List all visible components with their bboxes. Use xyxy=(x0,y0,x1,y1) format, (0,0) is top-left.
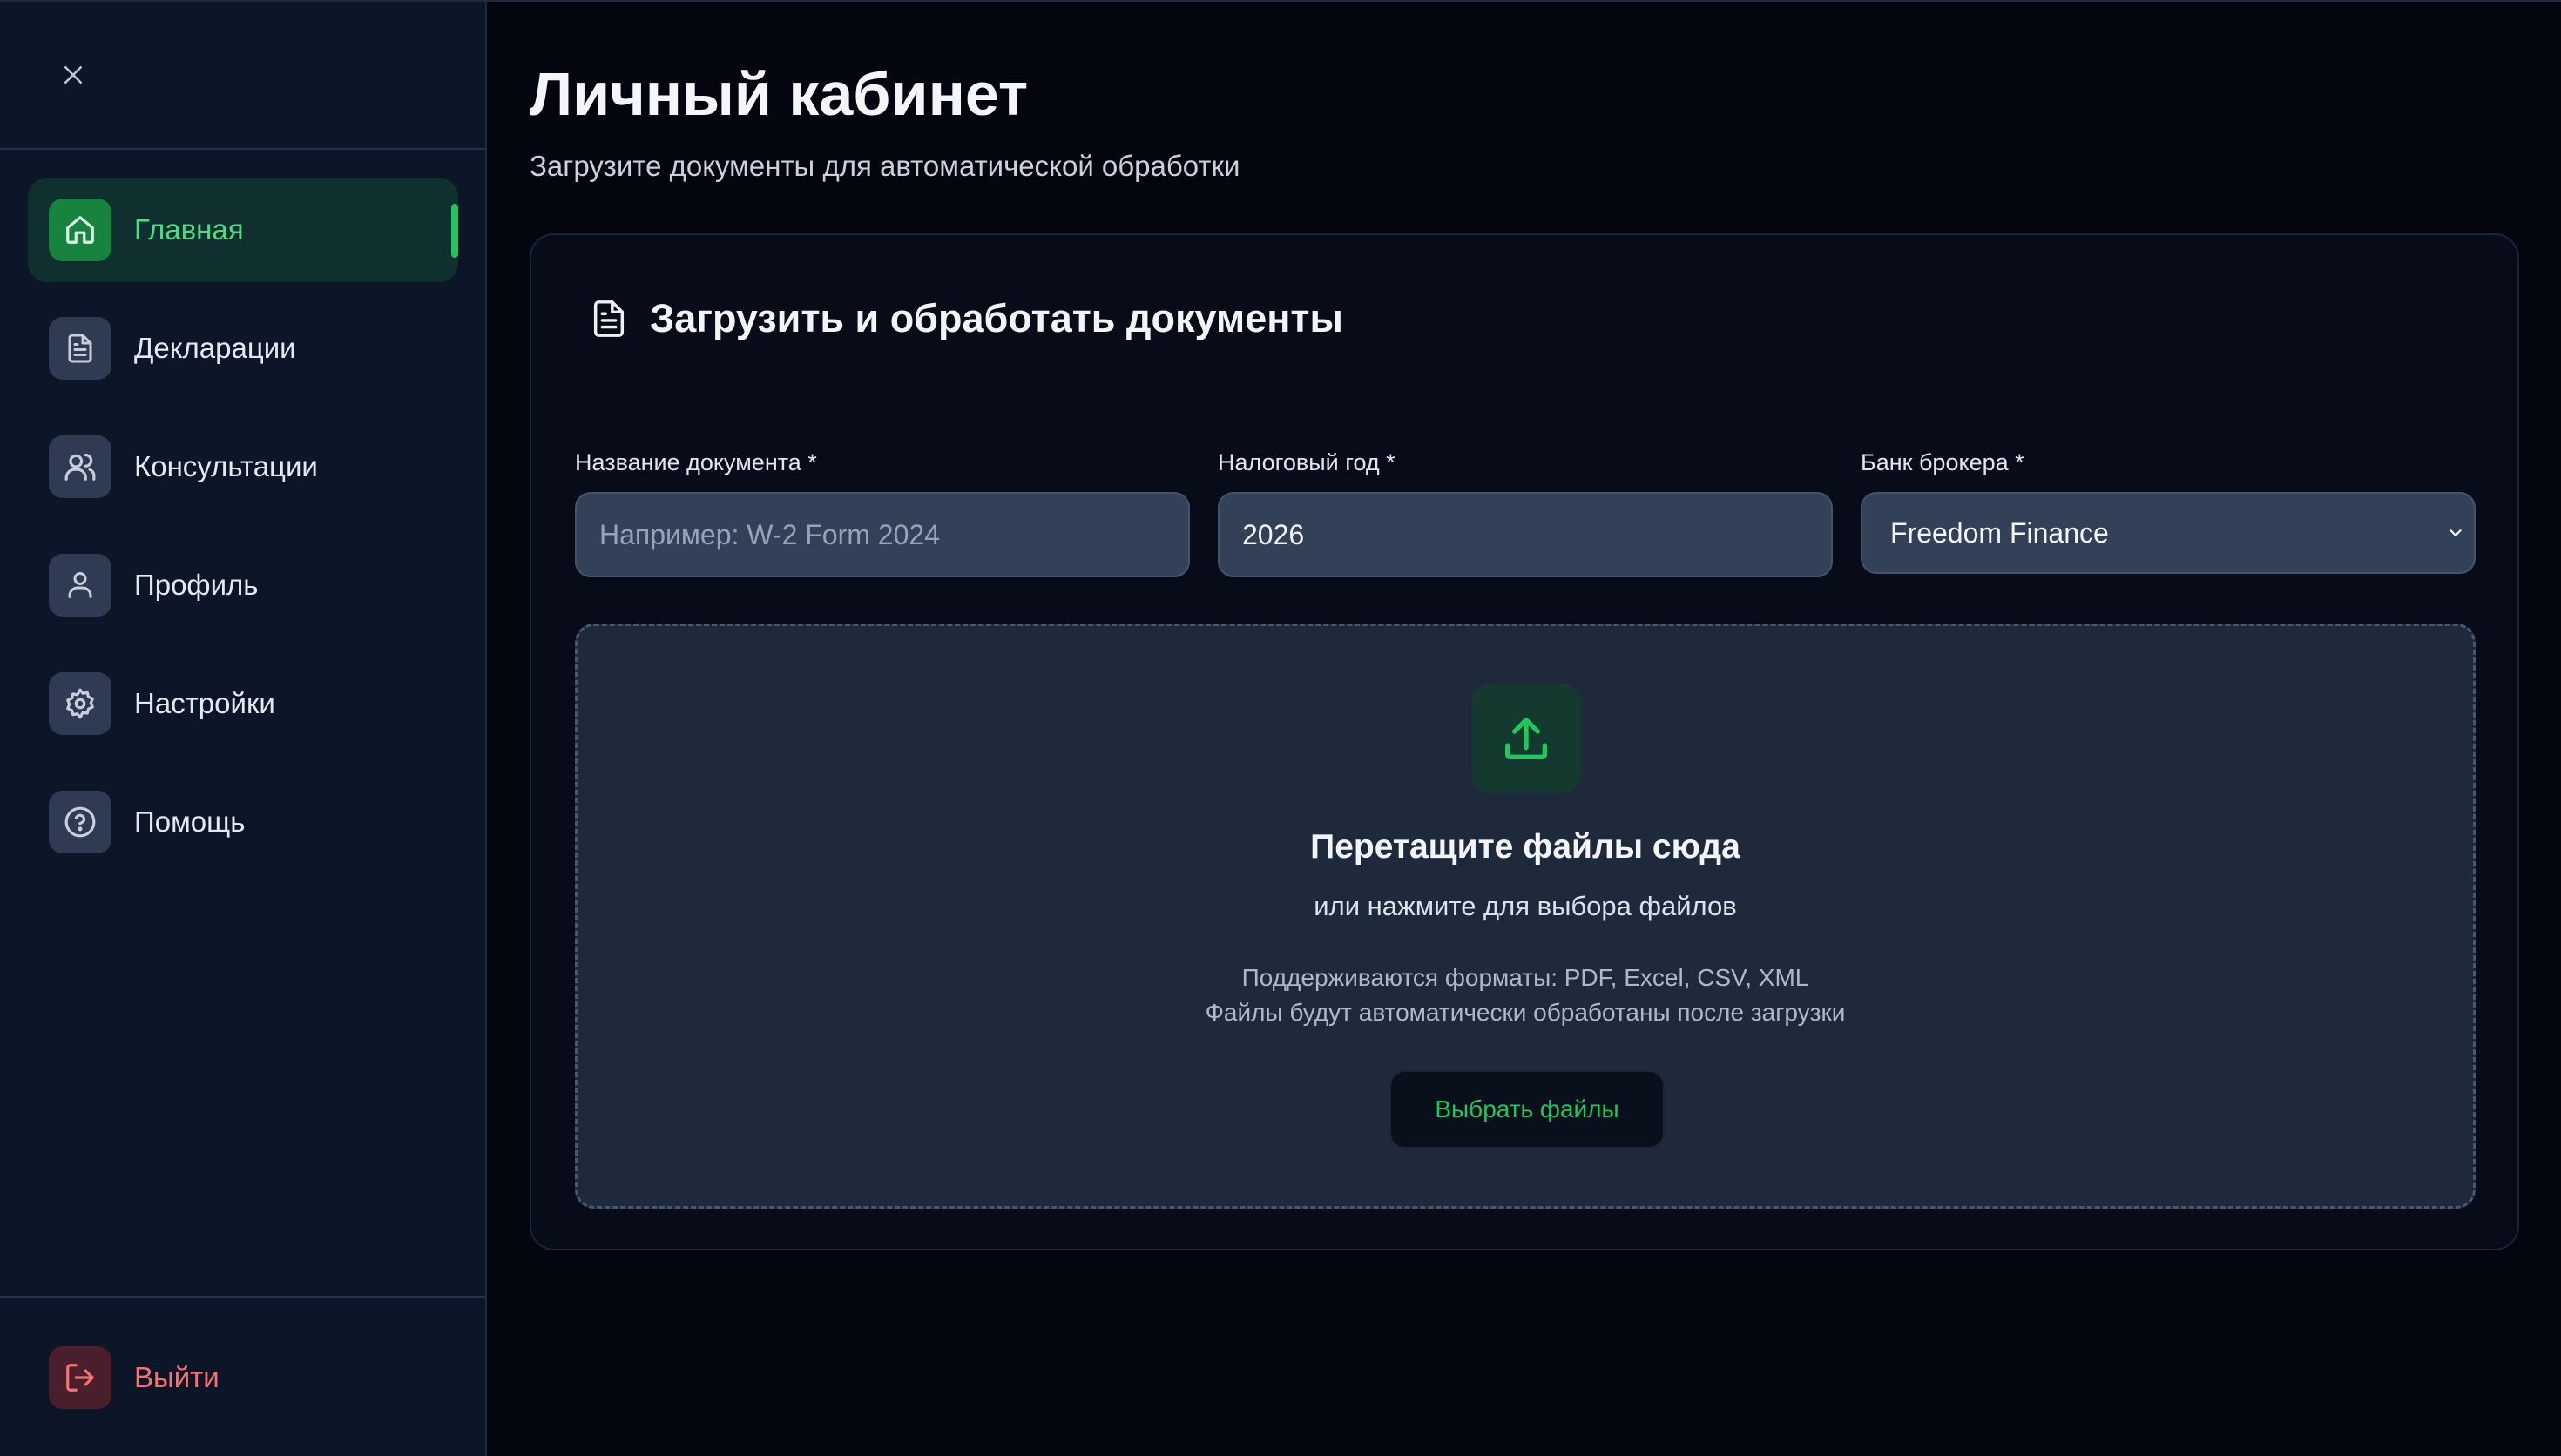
help-circle-icon xyxy=(49,791,111,853)
tax-year-value: 2026 xyxy=(1242,518,1305,550)
auto-processing-text: Файлы будут автоматически обработаны пос… xyxy=(1205,999,1846,1026)
document-icon xyxy=(593,300,625,337)
logout-label: Выйти xyxy=(134,1361,220,1393)
app-window: Главная Декларации Консультации Профиль xyxy=(0,0,2561,1456)
sidebar-item-home[interactable]: Главная xyxy=(28,178,458,282)
choose-files-button[interactable]: Выбрать файлы xyxy=(1389,1070,1665,1149)
broker-bank-field: Банк брокера * Freedom Finance xyxy=(1861,449,2476,574)
sidebar-item-declarations[interactable]: Декларации xyxy=(28,296,458,401)
card-header: Загрузить и обработать документы xyxy=(589,296,1343,341)
sidebar: Главная Декларации Консультации Профиль xyxy=(0,2,487,1456)
sidebar-item-profile[interactable]: Профиль xyxy=(28,533,458,637)
chevron-down-icon xyxy=(2450,529,2462,536)
tax-year-field: Налоговый год * 2026 xyxy=(1218,449,1833,577)
close-sidebar-button[interactable] xyxy=(54,56,92,94)
broker-bank-value: Freedom Finance xyxy=(1890,516,2109,549)
logout-button[interactable]: Выйти xyxy=(49,1346,220,1409)
page-subtitle: Загрузите документы для автоматической о… xyxy=(530,150,1240,182)
file-dropzone[interactable]: Перетащите файлы сюда или нажмите для вы… xyxy=(575,624,2476,1209)
logout-icon xyxy=(49,1346,111,1409)
sidebar-header xyxy=(0,2,485,150)
sidebar-item-label: Декларации xyxy=(134,332,296,364)
home-icon xyxy=(49,199,111,261)
sidebar-item-consultations[interactable]: Консультации xyxy=(28,415,458,519)
broker-bank-label: Банк брокера * xyxy=(1861,449,2024,475)
dropzone-title: Перетащите файлы сюда xyxy=(1310,828,1740,866)
sidebar-item-label: Главная xyxy=(134,213,244,246)
sidebar-nav: Главная Декларации Консультации Профиль xyxy=(28,178,458,888)
tax-year-input[interactable]: 2026 xyxy=(1218,492,1833,577)
gear-icon xyxy=(49,672,111,735)
doc-name-label: Название документа * xyxy=(575,449,817,475)
sidebar-item-label: Помощь xyxy=(134,806,246,838)
doc-name-field: Название документа * xyxy=(575,449,1190,577)
upload-icon-tile xyxy=(1471,684,1581,793)
sidebar-item-label: Настройки xyxy=(134,687,275,719)
close-icon xyxy=(64,66,82,84)
dropzone-hints: Поддерживаются форматы: PDF, Excel, CSV,… xyxy=(578,961,2473,1030)
card-title: Загрузить и обработать документы xyxy=(650,296,1343,340)
sidebar-item-help[interactable]: Помощь xyxy=(28,770,458,874)
broker-bank-select[interactable]: Freedom Finance xyxy=(1861,492,2476,574)
user-icon xyxy=(49,554,111,617)
sidebar-item-label: Профиль xyxy=(134,569,259,601)
upload-icon xyxy=(1505,718,1547,759)
sidebar-item-settings[interactable]: Настройки xyxy=(28,651,458,756)
sidebar-footer: Выйти xyxy=(0,1296,485,1456)
sidebar-item-label: Консультации xyxy=(134,450,318,482)
dropzone-subtitle: или нажмите для выбора файлов xyxy=(1314,891,1737,921)
file-text-icon xyxy=(49,317,111,380)
upload-card: Загрузить и обработать документы Названи… xyxy=(530,233,2519,1250)
page-title: Личный кабинет xyxy=(530,60,1029,128)
doc-name-input[interactable] xyxy=(575,492,1190,577)
supported-formats-text: Поддерживаются форматы: PDF, Excel, CSV,… xyxy=(1241,964,1809,991)
tax-year-label: Налоговый год * xyxy=(1218,449,1395,475)
users-icon xyxy=(49,435,111,498)
